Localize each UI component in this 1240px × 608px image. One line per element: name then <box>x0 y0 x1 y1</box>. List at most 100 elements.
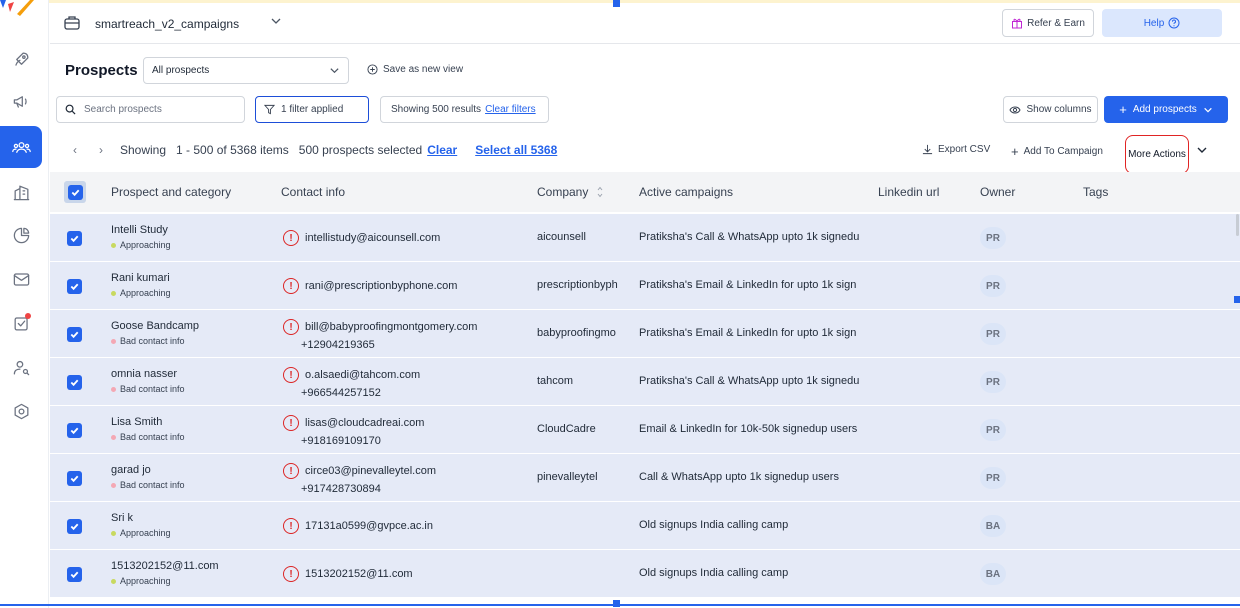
next-page-icon[interactable]: › <box>94 143 108 157</box>
prospect-name[interactable]: omnia nasser <box>111 368 177 380</box>
table-row[interactable]: Lisa Smith Bad contact info ! lisas@clou… <box>50 406 1240 454</box>
category-dot <box>111 434 116 440</box>
sidebar-item-settings[interactable] <box>0 390 42 432</box>
prospect-category: Bad contact info <box>111 480 185 490</box>
chevron-down-icon[interactable] <box>270 15 282 27</box>
show-columns-button[interactable]: Show columns <box>1003 96 1098 123</box>
prospect-name[interactable]: Rani kumari <box>111 272 170 284</box>
add-prospects-button[interactable]: + Add prospects <box>1104 96 1228 123</box>
table-row[interactable]: 1513202152@11.com Approaching ! 15132021… <box>50 550 1240 598</box>
owner-avatar: BA <box>980 563 1006 585</box>
search-input[interactable]: Search prospects <box>56 96 245 123</box>
range-label: 1 - 500 of 5368 items <box>176 143 289 157</box>
column-header-tags[interactable]: Tags <box>1083 185 1108 199</box>
refer-earn-button[interactable]: Refer & Earn <box>1002 9 1094 37</box>
question-circle-icon <box>1168 17 1180 29</box>
vertical-scrollbar[interactable] <box>1236 214 1239 236</box>
row-checkbox[interactable] <box>67 423 82 438</box>
sidebar-item-accounts[interactable] <box>0 171 42 213</box>
settings-hexagon-icon <box>14 403 28 419</box>
view-select[interactable]: All prospects <box>143 57 349 84</box>
category-label: Approaching <box>120 240 171 250</box>
filter-label: 1 filter applied <box>281 104 344 115</box>
save-as-new-view-button[interactable]: Save as new view <box>367 64 463 75</box>
column-header-owner[interactable]: Owner <box>980 185 1015 199</box>
row-checkbox[interactable] <box>67 279 82 294</box>
prospect-name[interactable]: Goose Bandcamp <box>111 320 199 332</box>
row-checkbox[interactable] <box>67 471 82 486</box>
filter-button[interactable]: 1 filter applied <box>255 96 369 123</box>
prospect-category: Approaching <box>111 528 171 538</box>
main-content: smartreach_v2_campaigns Refer & Earn Hel… <box>50 0 1240 608</box>
warning-icon: ! <box>283 415 299 431</box>
sort-icon[interactable] <box>597 186 603 198</box>
notification-dot <box>25 313 31 319</box>
active-campaign[interactable]: Pratiksha's Email & LinkedIn for upto 1k… <box>639 327 860 339</box>
category-dot <box>111 530 116 536</box>
active-campaign[interactable]: Old signups India calling camp <box>639 519 860 531</box>
row-checkbox[interactable] <box>67 567 82 582</box>
column-header-linkedin[interactable]: Linkedin url <box>878 185 939 199</box>
category-label: Bad contact info <box>120 480 185 490</box>
table-row[interactable]: Intelli Study Approaching ! intellistudy… <box>50 214 1240 262</box>
refer-earn-label: Refer & Earn <box>1027 17 1085 29</box>
sidebar-item-prospect-search[interactable] <box>0 346 42 388</box>
contact-email: intellistudy@aicounsell.com <box>305 232 441 244</box>
help-button[interactable]: Help <box>1102 9 1222 37</box>
select-all-checkbox[interactable] <box>64 181 86 203</box>
active-campaign[interactable]: Call & WhatsApp upto 1k signedup users <box>639 471 860 483</box>
prev-page-icon[interactable]: ‹ <box>68 143 82 157</box>
building-icon <box>13 185 29 200</box>
active-campaign[interactable]: Pratiksha's Call & WhatsApp upto 1k sign… <box>639 231 860 243</box>
sidebar-item-tasks[interactable] <box>0 302 42 344</box>
column-header-company[interactable]: Company <box>537 185 588 199</box>
table-row[interactable]: garad jo Bad contact info ! circe03@pine… <box>50 454 1240 502</box>
clear-filters-link[interactable]: Clear filters <box>485 104 536 115</box>
sidebar-item-reports[interactable] <box>0 214 42 256</box>
more-actions-button[interactable]: More Actions <box>1125 135 1189 174</box>
active-campaign[interactable]: Pratiksha's Call & WhatsApp upto 1k sign… <box>639 375 860 387</box>
category-label: Bad contact info <box>120 384 185 394</box>
category-dot <box>111 338 116 344</box>
contact-phone: +917428730894 <box>301 483 381 495</box>
row-checkbox[interactable] <box>67 327 82 342</box>
show-columns-label: Show columns <box>1026 104 1092 115</box>
sidebar-item-prospects[interactable] <box>0 126 42 168</box>
clear-selection-link[interactable]: Clear <box>427 143 457 157</box>
sidebar-item-campaigns[interactable] <box>0 80 42 122</box>
export-csv-button[interactable]: Export CSV <box>922 144 990 155</box>
prospect-category: Approaching <box>111 240 171 250</box>
column-header-prospect[interactable]: Prospect and category <box>111 185 231 199</box>
prospect-name[interactable]: Intelli Study <box>111 224 168 236</box>
sidebar <box>0 0 49 608</box>
table-row[interactable]: Goose Bandcamp Bad contact info ! bill@b… <box>50 310 1240 358</box>
column-header-campaigns[interactable]: Active campaigns <box>639 185 733 199</box>
check-icon <box>71 189 80 197</box>
table-row[interactable]: Rani kumari Approaching ! rani@prescript… <box>50 262 1240 310</box>
chevron-down-icon[interactable] <box>1196 144 1208 156</box>
row-checkbox[interactable] <box>67 375 82 390</box>
prospect-name[interactable]: Sri k <box>111 512 133 524</box>
prospect-name[interactable]: garad jo <box>111 464 151 476</box>
active-campaign[interactable]: Old signups India calling camp <box>639 567 860 579</box>
results-summary: Showing 500 results Clear filters <box>380 96 549 123</box>
select-all-link[interactable]: Select all 5368 <box>475 143 557 157</box>
row-checkbox[interactable] <box>67 231 82 246</box>
add-to-campaign-button[interactable]: + Add To Campaign <box>1011 144 1103 159</box>
top-header: smartreach_v2_campaigns Refer & Earn Hel… <box>50 3 1240 44</box>
sidebar-item-inbox[interactable] <box>0 258 42 300</box>
table-row[interactable]: Sri k Approaching ! 17131a0599@gvpce.ac.… <box>50 502 1240 550</box>
row-checkbox[interactable] <box>67 519 82 534</box>
check-icon <box>70 283 79 291</box>
prospect-name[interactable]: Lisa Smith <box>111 416 162 428</box>
team-name[interactable]: smartreach_v2_campaigns <box>95 17 239 31</box>
prospect-name[interactable]: 1513202152@11.com <box>111 560 219 572</box>
column-header-contact[interactable]: Contact info <box>281 185 345 199</box>
selected-count: 500 prospects selected <box>298 143 423 157</box>
active-campaign[interactable]: Email & LinkedIn for 10k-50k signedup us… <box>639 423 860 435</box>
warning-icon: ! <box>283 518 299 534</box>
sidebar-item-rocket[interactable] <box>0 38 42 80</box>
company-name: tahcom <box>537 375 574 387</box>
active-campaign[interactable]: Pratiksha's Email & LinkedIn for upto 1k… <box>639 279 860 291</box>
table-row[interactable]: omnia nasser Bad contact info ! o.alsaed… <box>50 358 1240 406</box>
